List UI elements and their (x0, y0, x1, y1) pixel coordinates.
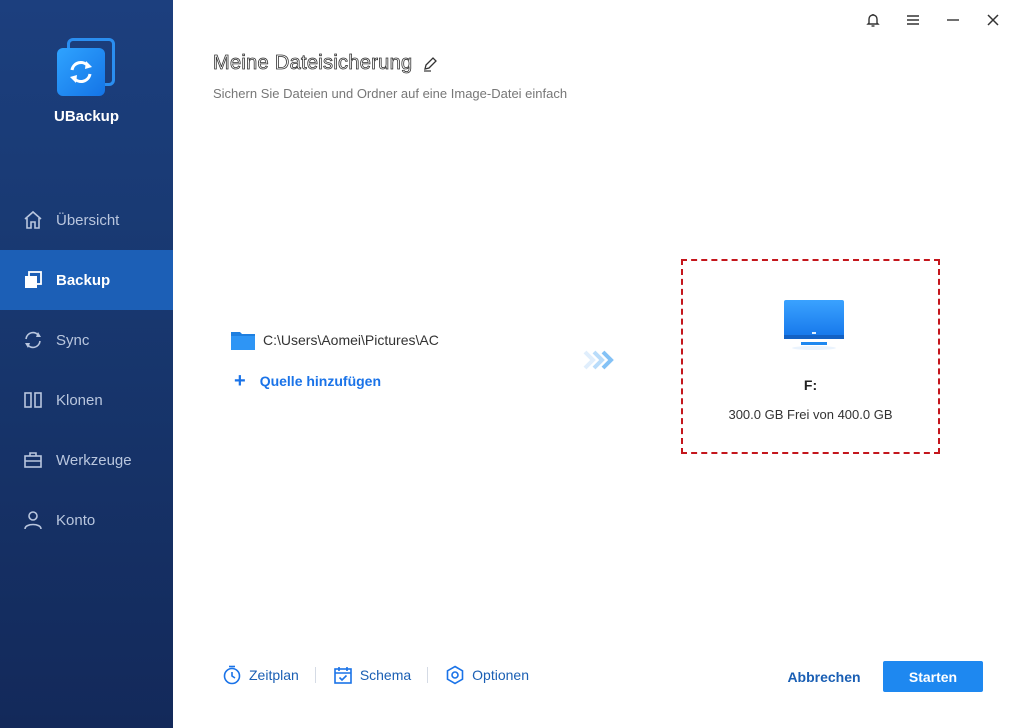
source-path-text: C:\Users\Aomei\Pictures\AC (263, 332, 439, 348)
minimize-icon[interactable] (933, 8, 973, 32)
add-source-button[interactable]: + Quelle hinzufügen (234, 370, 382, 392)
user-icon (22, 509, 44, 531)
destination-name: F: (803, 377, 818, 393)
pencil-icon[interactable] (422, 56, 438, 72)
options-label: Optionen (472, 667, 529, 683)
sidebar-item-label: Klonen (56, 391, 103, 409)
backup-icon (22, 269, 44, 291)
sidebar: UBackup Übersicht Backup Sync Klonen Wer… (0, 0, 173, 728)
destination-selector[interactable]: F: 300.0 GB Frei von 400.0 GB (681, 259, 940, 454)
sidebar-item-label: Backup (56, 271, 111, 289)
clock-icon (221, 664, 243, 686)
window-controls (853, 8, 1013, 32)
cancel-button[interactable]: Abbrechen (776, 664, 872, 690)
source-item[interactable]: C:\Users\Aomei\Pictures\AC (231, 330, 439, 350)
sidebar-item-werkzeuge[interactable]: Werkzeuge (0, 430, 173, 490)
sidebar-item-konto[interactable]: Konto (0, 490, 173, 550)
sidebar-item-backup[interactable]: Backup (0, 250, 173, 310)
start-button[interactable]: Starten (883, 661, 983, 692)
sidebar-item-label: Sync (56, 331, 90, 349)
calendar-check-icon (332, 664, 354, 686)
destination-capacity: 300.0 GB Frei von 400.0 GB (728, 407, 893, 422)
menu-icon[interactable] (893, 8, 933, 32)
options-button[interactable]: Optionen (444, 664, 529, 686)
clone-icon (22, 389, 44, 411)
sidebar-item-label: Übersicht (56, 211, 120, 229)
plus-icon: + (234, 370, 246, 392)
sidebar-item-label: Konto (56, 511, 96, 529)
close-icon[interactable] (973, 8, 1013, 32)
sync-icon (22, 329, 44, 351)
page-title[interactable]: Meine Dateisicherung (213, 52, 413, 75)
add-source-label: Quelle hinzufügen (259, 373, 382, 389)
scheme-label: Schema (359, 667, 412, 683)
title-row: Meine Dateisicherung (213, 52, 438, 75)
schedule-label: Zeitplan (249, 667, 299, 683)
folder-icon (231, 332, 255, 350)
sidebar-nav: Übersicht Backup Sync Klonen Werkzeuge K… (0, 190, 173, 550)
sidebar-item-label: Werkzeuge (56, 451, 132, 469)
sidebar-item-uebersicht[interactable]: Übersicht (0, 190, 173, 250)
home-icon (22, 209, 44, 231)
app-name: UBackup (53, 108, 120, 125)
toolbar-divider (314, 667, 316, 683)
schedule-button[interactable]: Zeitplan (221, 664, 299, 686)
monitor-icon (784, 300, 844, 350)
toolbox-icon (22, 449, 44, 471)
direction-arrows-icon (583, 348, 615, 377)
sidebar-item-klonen[interactable]: Klonen (0, 370, 173, 430)
sidebar-item-sync[interactable]: Sync (0, 310, 173, 370)
toolbar-divider (427, 667, 429, 683)
sync-arrows-icon (56, 38, 117, 98)
app-logo: UBackup (0, 38, 173, 125)
bell-icon[interactable] (853, 8, 893, 32)
bottom-toolbar: Zeitplan Schema Optionen (221, 664, 529, 686)
page-subtitle: Sichern Sie Dateien und Ordner auf eine … (213, 86, 568, 101)
scheme-button[interactable]: Schema (332, 664, 411, 686)
gear-icon (444, 664, 466, 686)
